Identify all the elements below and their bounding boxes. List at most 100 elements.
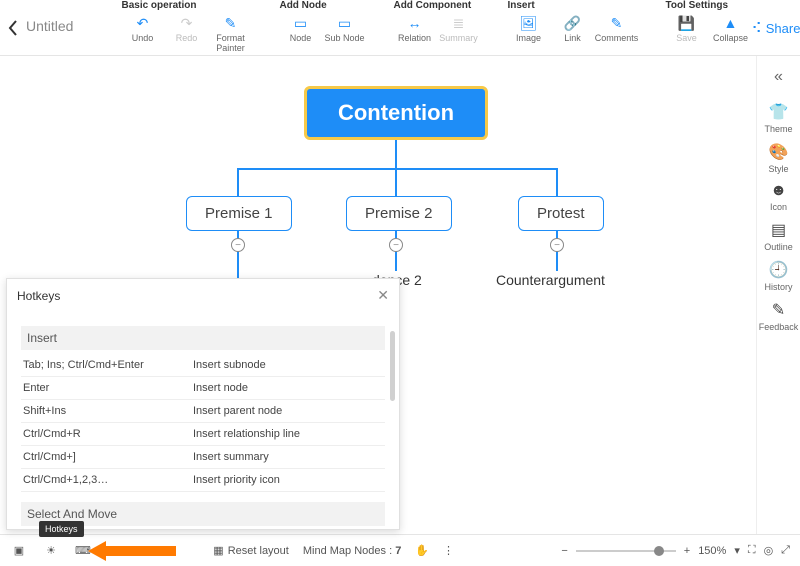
format-painter-icon: ✎ bbox=[222, 15, 238, 31]
grandchild-node[interactable]: Counterargument bbox=[496, 272, 605, 288]
hotkeys-title: Hotkeys bbox=[17, 289, 60, 303]
sidebar-collapse[interactable]: « bbox=[774, 68, 783, 86]
close-icon[interactable]: ✕ bbox=[377, 287, 389, 304]
hotkey-row: Ctrl/Cmd+1,2,3…Insert priority icon bbox=[21, 469, 385, 492]
zoom-out-button[interactable]: − bbox=[561, 545, 567, 557]
undo-icon: ↶ bbox=[134, 15, 150, 31]
hotkey-key: Shift+Ins bbox=[23, 405, 193, 417]
node-icon: ▭ bbox=[292, 15, 308, 31]
sidebar-item-label: History bbox=[764, 282, 792, 292]
document-title[interactable]: Untitled bbox=[18, 0, 81, 34]
sidebar-item-outline[interactable]: ▤Outline bbox=[759, 220, 799, 252]
image-button[interactable]: 🖼Image bbox=[507, 13, 549, 43]
save-icon: 💾 bbox=[678, 15, 694, 31]
back-button[interactable] bbox=[8, 0, 18, 56]
fit-screen-icon[interactable]: ⛶ bbox=[748, 544, 756, 557]
link-label: Link bbox=[564, 33, 581, 43]
toolgroup-label: Add Component bbox=[393, 0, 479, 11]
subnode-icon: ▭ bbox=[336, 15, 352, 31]
undo-button[interactable]: ↶Undo bbox=[121, 13, 163, 53]
link-icon: 🔗 bbox=[564, 15, 580, 31]
relation-button[interactable]: ↔ Relation bbox=[393, 13, 435, 43]
summary-icon: ≣ bbox=[450, 15, 466, 31]
hotkey-row: Shift+InsInsert parent node bbox=[21, 400, 385, 423]
redo-label: Redo bbox=[176, 33, 198, 43]
hotkey-desc: Insert relationship line bbox=[193, 428, 383, 440]
hotkey-row: EnterInsert node bbox=[21, 377, 385, 400]
icon-icon: ☻ bbox=[770, 182, 787, 200]
theme-toggle-icon[interactable]: ▣ bbox=[10, 542, 28, 560]
relation-icon: ↔ bbox=[406, 15, 422, 31]
share-icon: ⠪ bbox=[751, 20, 761, 37]
hotkey-key: Tab; Ins; Ctrl/Cmd+Enter bbox=[23, 359, 193, 371]
hotkey-section: Insert bbox=[21, 326, 385, 350]
format-painter-button[interactable]: ✎ Format Painter bbox=[209, 13, 251, 53]
collapse-button[interactable]: ▲ Collapse bbox=[709, 13, 751, 43]
summary-label: Summary bbox=[439, 33, 478, 43]
sidebar-item-label: Outline bbox=[764, 242, 793, 252]
more-icon[interactable]: ⋮ bbox=[443, 544, 454, 557]
hotkey-key: Ctrl/Cmd+1,2,3… bbox=[23, 474, 193, 486]
right-sidebar: « 👕Theme 🎨 Style ☻Icon ▤Outline 🕘 History ✎Feed… bbox=[756, 56, 800, 534]
callout-arrow-icon bbox=[88, 539, 178, 563]
collapse-toggle[interactable]: − bbox=[550, 238, 564, 252]
sidebar-item-icon[interactable]: ☻Icon bbox=[759, 182, 799, 212]
toolgroup-label: Basic operation bbox=[121, 0, 251, 11]
relation-label: Relation bbox=[398, 33, 431, 43]
hand-tool-icon[interactable]: ✋ bbox=[415, 544, 429, 557]
collapse-toggle[interactable]: − bbox=[389, 238, 403, 252]
toolgroup-label: Add Node bbox=[279, 0, 365, 11]
hotkey-desc: Insert summary bbox=[193, 451, 383, 463]
child-node-premise-1[interactable]: Premise 1 bbox=[186, 196, 292, 231]
collapse-icon: ▲ bbox=[722, 15, 738, 31]
sidebar-item-style[interactable]: 🎨 Style bbox=[759, 142, 799, 174]
theme-icon: 👕 bbox=[769, 102, 789, 122]
reset-layout-button[interactable]: Reset layout bbox=[228, 545, 289, 557]
link-button[interactable]: 🔗 Link bbox=[551, 13, 593, 43]
hotkey-row: Ctrl/Cmd+RInsert relationship line bbox=[21, 423, 385, 446]
redo-icon: ↷ bbox=[178, 15, 194, 31]
zoom-menu-icon[interactable]: ▾ bbox=[734, 544, 740, 557]
comments-icon: ✎ bbox=[608, 15, 624, 31]
subnode-button[interactable]: ▭ Sub Node bbox=[323, 13, 365, 43]
zoom-level: 150% bbox=[698, 545, 726, 557]
subnode-label: Sub Node bbox=[324, 33, 364, 43]
feedback-icon: ✎ bbox=[772, 300, 785, 320]
hotkey-key: Ctrl/Cmd+] bbox=[23, 451, 193, 463]
nodes-count: 7 bbox=[395, 545, 401, 557]
save-button: 💾Save bbox=[665, 13, 707, 43]
hotkey-desc: Insert node bbox=[193, 382, 383, 394]
fullscreen-icon[interactable]: ⤢ bbox=[781, 544, 790, 557]
hotkey-key: Enter bbox=[23, 382, 193, 394]
zoom-in-button[interactable]: + bbox=[684, 545, 690, 557]
collapse-label: Collapse bbox=[713, 33, 748, 43]
share-button[interactable]: ⠪Share bbox=[751, 20, 800, 37]
scrollbar[interactable] bbox=[390, 331, 395, 401]
collapse-toggle[interactable]: − bbox=[231, 238, 245, 252]
redo-button: ↷ Redo bbox=[165, 13, 207, 53]
style-icon: 🎨 bbox=[769, 142, 789, 162]
history-icon: 🕘 bbox=[769, 260, 789, 280]
image-icon: 🖼 bbox=[520, 15, 536, 31]
grid-icon: ▦ bbox=[213, 544, 223, 557]
sidebar-item-theme[interactable]: 👕Theme bbox=[759, 102, 799, 134]
sidebar-item-feedback[interactable]: ✎Feedback bbox=[759, 300, 799, 332]
comments-button[interactable]: ✎Comments bbox=[595, 13, 637, 43]
brightness-icon[interactable]: ☀ bbox=[42, 542, 60, 560]
sidebar-item-label: Style bbox=[768, 164, 788, 174]
toolgroup-label: Tool Settings bbox=[665, 0, 751, 11]
hotkey-desc: Insert subnode bbox=[193, 359, 383, 371]
hotkeys-panel: Hotkeys ✕ Insert Tab; Ins; Ctrl/Cmd+Enter… bbox=[6, 278, 400, 530]
root-node[interactable]: Contention bbox=[304, 86, 488, 140]
sidebar-item-history[interactable]: 🕘 History bbox=[759, 260, 799, 292]
center-icon[interactable]: ◎ bbox=[764, 544, 774, 557]
child-node-premise-2[interactable]: Premise 2 bbox=[346, 196, 452, 231]
hotkey-desc: Insert parent node bbox=[193, 405, 383, 417]
hotkey-row: Ctrl/Cmd+]Insert summary bbox=[21, 446, 385, 469]
child-node-protest[interactable]: Protest bbox=[518, 196, 604, 231]
zoom-slider[interactable] bbox=[576, 550, 676, 552]
node-button[interactable]: ▭Node bbox=[279, 13, 321, 43]
top-toolbar: Untitled Basic operation ↶Undo ↷ Redo ✎ Forma… bbox=[0, 0, 800, 56]
hotkey-desc: Insert priority icon bbox=[193, 474, 383, 486]
format-painter-label: Format Painter bbox=[209, 33, 251, 53]
